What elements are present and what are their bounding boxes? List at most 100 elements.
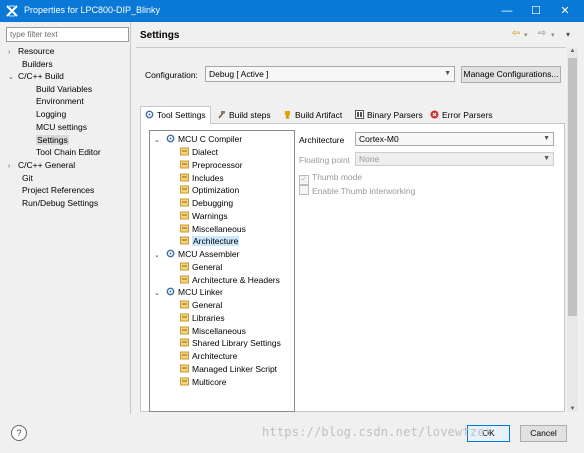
tree-item-warnings[interactable]: Warnings	[180, 210, 228, 222]
title-bar: Properties for LPC800-DIP_Blinky — ☐ ✕	[0, 0, 584, 22]
back-menu-icon[interactable]: ▾	[524, 31, 528, 39]
architecture-value: Cortex-M0	[359, 134, 399, 144]
tree-item-includes[interactable]: Includes	[180, 172, 224, 184]
settings-page-icon	[180, 262, 189, 271]
settings-page-icon	[180, 185, 189, 194]
thumb-interworking-checkbox: Enable Thumb interworking	[299, 185, 415, 197]
tab-error-parsers[interactable]: Error Parsers	[427, 108, 493, 123]
tool-tree: ⌄ MCU C Compiler Dialect Preprocessor Inc…	[149, 130, 295, 412]
tree-item-linker-miscellaneous[interactable]: Miscellaneous	[180, 325, 246, 337]
tree-item-debugging[interactable]: Debugging	[180, 197, 233, 209]
expand-icon[interactable]: ›	[8, 161, 18, 173]
nav-item-run-debug-settings[interactable]: Run/Debug Settings	[22, 197, 98, 209]
chevron-down-icon: ▼	[543, 155, 550, 162]
scroll-down-icon[interactable]: ▼	[567, 406, 578, 412]
trophy-icon	[285, 111, 290, 119]
maximize-button[interactable]: ☐	[522, 0, 550, 22]
close-button[interactable]: ✕	[551, 0, 579, 22]
gear-icon	[166, 287, 175, 296]
settings-page-icon	[180, 147, 189, 156]
tree-item-linker-general[interactable]: General	[180, 299, 222, 311]
nav-item-settings[interactable]: Settings	[36, 134, 69, 146]
tab-build-artifact[interactable]: Build Artifact	[280, 108, 342, 123]
view-menu-icon[interactable]: ▾	[566, 30, 570, 39]
tree-item-linker-architecture[interactable]: Architecture	[180, 350, 237, 362]
nav-item-logging[interactable]: Logging	[36, 108, 66, 120]
tree-item-architecture-headers[interactable]: Architecture & Headers	[180, 274, 280, 286]
tree-item-architecture[interactable]: Architecture	[180, 235, 240, 247]
settings-page-icon	[180, 173, 189, 182]
binary-parser-icon	[355, 110, 364, 119]
settings-page-icon	[180, 338, 189, 347]
tree-item-preprocessor[interactable]: Preprocessor	[180, 159, 243, 171]
nav-item-cpp-general[interactable]: › C/C++ General	[8, 159, 75, 171]
scroll-up-icon[interactable]: ▲	[567, 48, 578, 54]
tree-group-mcu-assembler[interactable]: ⌄ MCU Assembler	[154, 248, 239, 260]
forward-menu-icon[interactable]: ▾	[551, 31, 555, 39]
nav-item-project-references[interactable]: Project References	[22, 184, 94, 196]
panel-divider[interactable]	[130, 22, 131, 414]
nav-item-environment[interactable]: Environment	[36, 95, 84, 107]
tree-group-mcu-linker[interactable]: ⌄ MCU Linker	[154, 286, 223, 298]
filter-input[interactable]	[6, 27, 129, 42]
tree-item-optimization[interactable]: Optimization	[180, 184, 239, 196]
settings-page-icon	[180, 160, 189, 169]
back-arrow-icon[interactable]: ⇦	[512, 28, 520, 39]
nav-item-builders[interactable]: Builders	[22, 58, 53, 70]
scrollbar-thumb[interactable]	[568, 58, 577, 316]
chevron-down-icon: ▼	[444, 70, 451, 77]
collapse-icon[interactable]: ⌄	[8, 72, 18, 84]
tab-binary-parsers[interactable]: Binary Parsers	[352, 108, 423, 123]
nav-item-resource[interactable]: › Resource	[8, 45, 54, 57]
tree-group-mcu-c-compiler[interactable]: ⌄ MCU C Compiler	[154, 133, 242, 145]
gear-icon	[166, 134, 175, 143]
vertical-scrollbar[interactable]: ▲ ▼	[567, 48, 578, 412]
hammer-icon	[218, 111, 225, 119]
settings-page-icon	[180, 300, 189, 309]
settings-page-icon	[180, 377, 189, 386]
page-title: Settings	[140, 30, 180, 41]
header-divider	[136, 47, 566, 48]
tree-item-shared-library-settings[interactable]: Shared Library Settings	[180, 337, 281, 349]
watermark-text: https://blog.csdn.net/lovewtzer	[262, 425, 493, 439]
collapse-icon[interactable]: ⌄	[154, 288, 166, 300]
minimize-button[interactable]: —	[493, 0, 521, 22]
eclipse-app-icon	[6, 5, 18, 17]
collapse-icon[interactable]: ⌄	[154, 135, 166, 147]
architecture-label: Architecture	[299, 135, 345, 145]
nav-item-build-variables[interactable]: Build Variables	[36, 83, 92, 95]
tool-settings-icon	[145, 110, 154, 119]
help-icon[interactable]: ?	[11, 425, 27, 441]
nav-item-mcu-settings[interactable]: MCU settings	[36, 121, 87, 133]
tree-item-managed-linker-script[interactable]: Managed Linker Script	[180, 363, 277, 375]
tab-build-steps[interactable]: Build steps	[214, 108, 271, 123]
tree-item-assembler-general[interactable]: General	[180, 261, 222, 273]
nav-item-tool-chain-editor[interactable]: Tool Chain Editor	[36, 146, 101, 158]
cancel-button[interactable]: Cancel	[520, 425, 567, 442]
settings-page-icon	[180, 275, 189, 284]
nav-item-cpp-build[interactable]: ⌄ C/C++ Build	[8, 70, 64, 82]
floating-point-select: None ▼	[355, 152, 554, 166]
tab-tool-settings[interactable]: Tool Settings	[140, 106, 211, 124]
thumb-mode-checkbox: ✓ Thumb mode	[299, 171, 362, 185]
manage-configurations-button[interactable]: Manage Configurations...	[461, 66, 561, 83]
settings-page-icon	[180, 364, 189, 373]
tree-item-multicore[interactable]: Multicore	[180, 376, 226, 388]
expand-icon[interactable]: ›	[8, 47, 18, 59]
forward-arrow-icon[interactable]: ⇨	[538, 28, 546, 39]
error-icon	[430, 110, 439, 119]
settings-page-icon	[180, 326, 189, 335]
checkbox-box	[299, 185, 309, 195]
configuration-value: Debug [ Active ]	[209, 69, 269, 79]
tree-item-libraries[interactable]: Libraries	[180, 312, 225, 324]
tree-item-dialect[interactable]: Dialect	[180, 146, 218, 158]
configuration-select[interactable]: Debug [ Active ] ▼	[205, 66, 455, 82]
nav-item-git[interactable]: Git	[22, 172, 33, 184]
checkmark-icon: ✓	[299, 175, 309, 185]
settings-page-icon	[180, 351, 189, 360]
settings-page-icon	[180, 198, 189, 207]
tree-item-miscellaneous[interactable]: Miscellaneous	[180, 223, 246, 235]
floating-point-value: None	[359, 154, 380, 164]
collapse-icon[interactable]: ⌄	[154, 250, 166, 262]
architecture-select[interactable]: Cortex-M0 ▼	[355, 132, 554, 146]
